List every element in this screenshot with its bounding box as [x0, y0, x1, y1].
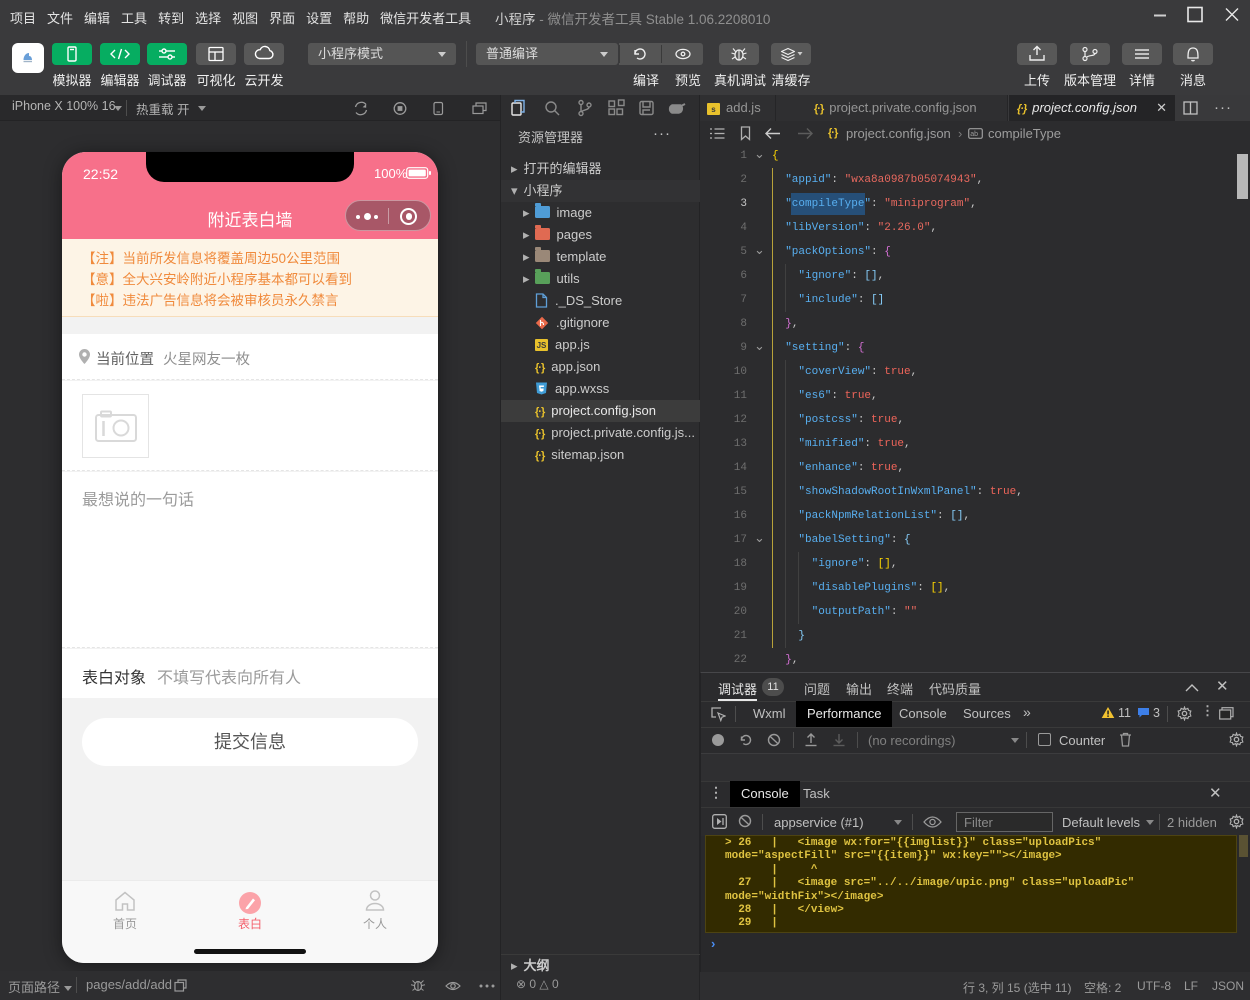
svg-text:ab: ab [970, 131, 978, 138]
